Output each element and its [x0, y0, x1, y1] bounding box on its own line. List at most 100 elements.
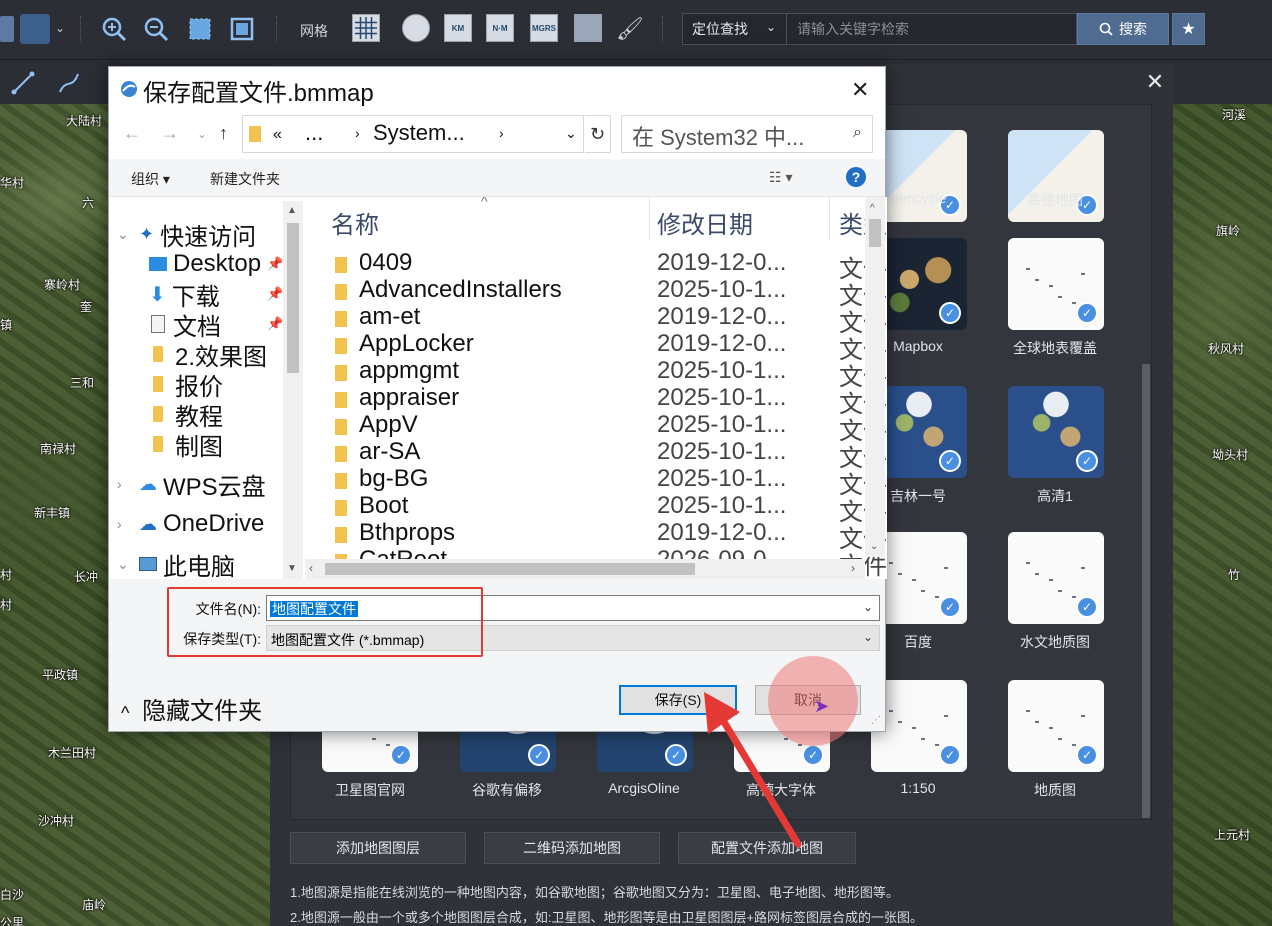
- zoom-out-icon[interactable]: [142, 15, 170, 43]
- checkmark-icon[interactable]: ✓: [939, 450, 961, 472]
- resize-grip-icon[interactable]: ⋰: [871, 715, 881, 726]
- qrcode-add-map-button[interactable]: 二维码添加地图: [484, 832, 660, 864]
- add-map-layer-button[interactable]: 添加地图图层: [290, 832, 466, 864]
- zoom-in-icon[interactable]: [100, 15, 128, 43]
- nav-pane-scrollbar[interactable]: ▲ ▼: [283, 201, 303, 579]
- grid-toggle-icon[interactable]: [352, 14, 380, 42]
- draw-curve-icon[interactable]: [54, 68, 84, 98]
- full-extent-icon[interactable]: [186, 15, 214, 43]
- file-row[interactable]: Bthprops 2019-12-0... 文件: [305, 519, 887, 553]
- chevron-left-icon[interactable]: ‹: [309, 561, 313, 575]
- column-divider[interactable]: [649, 197, 650, 241]
- nav-item-folder[interactable]: 2.效果图: [109, 339, 267, 371]
- chevron-down-icon[interactable]: ▼: [287, 563, 297, 574]
- column-divider[interactable]: [829, 197, 830, 241]
- breadcrumb-ellipsis[interactable]: ...: [305, 120, 323, 146]
- favorite-star-icon[interactable]: ★: [1172, 13, 1205, 45]
- view-options-icon[interactable]: ☷ ▾: [769, 169, 792, 186]
- map-source-tile[interactable]: ✓: [1008, 386, 1104, 478]
- chevron-down-icon[interactable]: ⌄: [565, 125, 577, 142]
- scrollbar-thumb[interactable]: [869, 219, 881, 247]
- panel-scrollbar[interactable]: [1142, 364, 1150, 818]
- nav-this-pc[interactable]: ⌄ 此电脑: [109, 549, 235, 580]
- close-icon[interactable]: ✕: [1143, 70, 1167, 94]
- nav-onedrive[interactable]: › ☁ OneDrive: [109, 509, 264, 539]
- file-row[interactable]: AppV 2025-10-1... 文件: [305, 411, 887, 445]
- chevron-down-icon[interactable]: ⌄: [863, 630, 873, 644]
- checkmark-icon[interactable]: ✓: [1076, 744, 1098, 766]
- file-row[interactable]: ar-SA 2025-10-1... 文件: [305, 438, 887, 472]
- chevron-down-icon[interactable]: ⌄: [863, 600, 873, 614]
- up-arrow-icon[interactable]: ↑: [219, 123, 228, 144]
- file-row[interactable]: AdvancedInstallers 2025-10-1... 文件: [305, 276, 887, 310]
- help-icon[interactable]: ?: [846, 167, 866, 187]
- nav-item-downloads[interactable]: ⬇ 下载 📌: [109, 279, 283, 311]
- file-row[interactable]: AppLocker 2019-12-0... 文件: [305, 330, 887, 364]
- search-button[interactable]: 搜索: [1077, 13, 1169, 45]
- file-list-horizontal-scrollbar[interactable]: ‹ ›: [305, 559, 865, 579]
- nav-item-folder[interactable]: 制图: [109, 429, 223, 461]
- chevron-right-icon[interactable]: ›: [117, 516, 131, 532]
- select-area-icon[interactable]: [228, 15, 256, 43]
- checkmark-icon[interactable]: ✓: [939, 744, 961, 766]
- checkmark-icon[interactable]: ✓: [939, 596, 961, 618]
- organize-menu[interactable]: 组织 ▾: [131, 169, 170, 189]
- layer-thumbnail-icon[interactable]: [0, 16, 14, 42]
- checkmark-icon[interactable]: ✓: [665, 744, 687, 766]
- file-row[interactable]: bg-BG 2025-10-1... 文件: [305, 465, 887, 499]
- folder-search-input[interactable]: 在 System32 中... ⌕: [621, 115, 873, 153]
- map-thumbnail-icon[interactable]: [20, 14, 50, 44]
- map-source-tile[interactable]: ✓: [1008, 238, 1104, 330]
- file-row[interactable]: am-et 2019-12-0... 文件: [305, 303, 887, 337]
- nav-quick-access[interactable]: ⌄ ✦ 快速访问: [109, 219, 256, 251]
- address-bar[interactable]: « ... › System... › ⌄: [242, 115, 584, 153]
- back-arrow-icon[interactable]: ←: [123, 123, 141, 144]
- pin-icon[interactable]: 📌: [267, 256, 283, 272]
- breadcrumb-separator-icon[interactable]: ›: [355, 125, 360, 141]
- scrollbar-thumb[interactable]: [325, 563, 695, 575]
- chevron-down-icon[interactable]: ⌄: [117, 226, 131, 243]
- scrollbar-thumb[interactable]: [287, 223, 299, 373]
- breadcrumb-current[interactable]: System...: [373, 120, 465, 146]
- nav-item-folder[interactable]: 报价: [109, 369, 223, 401]
- checkmark-icon[interactable]: ✓: [1076, 450, 1098, 472]
- file-row[interactable]: 0409 2019-12-0... 文件: [305, 249, 887, 283]
- checkmark-icon[interactable]: ✓: [1076, 302, 1098, 324]
- new-folder-button[interactable]: 新建文件夹: [210, 169, 280, 189]
- chevron-down-icon[interactable]: ⌄: [117, 556, 131, 573]
- search-input[interactable]: [786, 13, 1077, 45]
- locate-mode-select[interactable]: 定位查找 ⌄: [682, 13, 786, 45]
- recent-locations-chevron-icon[interactable]: ⌄: [197, 127, 207, 141]
- chevron-down-icon[interactable]: ⌄: [52, 18, 68, 38]
- nav-wps-cloud[interactable]: › ☁ WPS云盘: [109, 469, 266, 501]
- map-source-tile[interactable]: ✓: [1008, 680, 1104, 772]
- pin-icon[interactable]: 📌: [267, 316, 283, 332]
- chevron-right-icon[interactable]: ›: [117, 476, 131, 492]
- nav-item-desktop[interactable]: Desktop 📌: [109, 249, 283, 279]
- column-header-name[interactable]: 名称: [331, 205, 379, 240]
- refresh-icon[interactable]: ↻: [585, 115, 611, 153]
- breadcrumb-overflow[interactable]: «: [273, 126, 282, 144]
- brush-icon[interactable]: 🖌: [616, 14, 644, 44]
- file-row[interactable]: appmgmt 2025-10-1... 文件: [305, 357, 887, 391]
- map-source-tile[interactable]: ✓: [1008, 532, 1104, 624]
- km-grid-icon[interactable]: KM: [444, 14, 472, 42]
- chevron-down-icon[interactable]: ⌄: [870, 541, 878, 552]
- checkmark-icon[interactable]: ✓: [390, 744, 412, 766]
- file-row[interactable]: Boot 2025-10-1... 文件: [305, 492, 887, 526]
- mgrs-grid-icon[interactable]: MGRS: [530, 14, 558, 42]
- nm-grid-icon[interactable]: N·M: [486, 14, 514, 42]
- column-header-date[interactable]: 修改日期: [657, 205, 753, 240]
- nav-item-documents[interactable]: 文档 📌: [109, 309, 283, 341]
- hide-folders-toggle[interactable]: ^ 隐藏文件夹: [121, 691, 262, 726]
- nav-item-folder[interactable]: 教程: [109, 399, 223, 431]
- forward-arrow-icon[interactable]: →: [161, 123, 179, 144]
- folder-map-icon[interactable]: [574, 14, 602, 42]
- checkmark-icon[interactable]: ✓: [528, 744, 550, 766]
- checkmark-icon[interactable]: ✓: [939, 302, 961, 324]
- latlon-grid-icon[interactable]: [402, 14, 430, 42]
- file-row[interactable]: appraiser 2025-10-1... 文件: [305, 384, 887, 418]
- chevron-up-icon[interactable]: ^: [870, 203, 875, 214]
- draw-line-icon[interactable]: [8, 68, 38, 98]
- chevron-right-icon[interactable]: ›: [851, 561, 855, 575]
